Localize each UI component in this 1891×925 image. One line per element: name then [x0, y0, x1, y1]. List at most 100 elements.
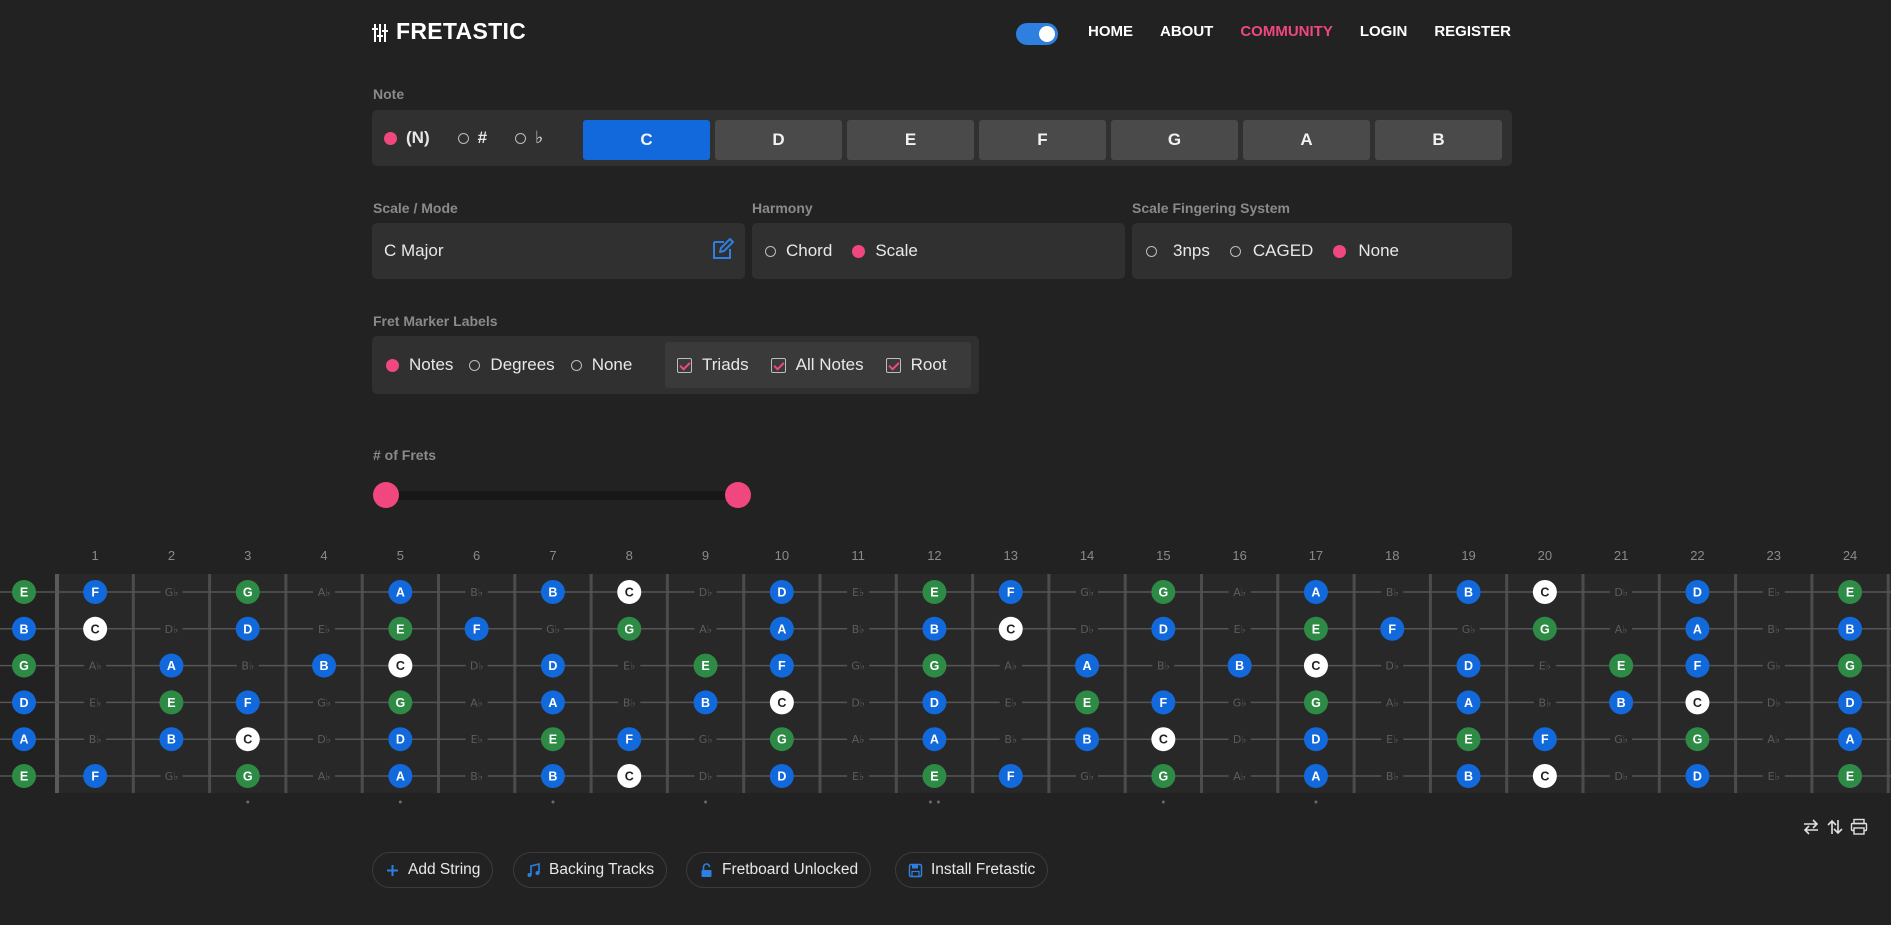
- note-label: A: [396, 770, 405, 784]
- note-section-label: Note: [373, 86, 405, 102]
- note-label: B: [1464, 770, 1473, 784]
- note-button-b[interactable]: B: [1375, 120, 1502, 160]
- radio-natural[interactable]: [384, 131, 397, 145]
- label-notes[interactable]: Notes: [409, 355, 453, 375]
- note-button-c[interactable]: C: [583, 120, 710, 160]
- fret-wire: [1810, 574, 1814, 793]
- nav-register[interactable]: REGISTER: [1434, 23, 1511, 40]
- fret-number: 20: [1538, 548, 1552, 563]
- label-triads[interactable]: Triads: [702, 355, 749, 375]
- accidental-sharp[interactable]: #: [457, 128, 487, 148]
- sliders-icon: [372, 22, 388, 42]
- inlay-dot: [704, 800, 708, 804]
- muted-note-label: A♭: [852, 733, 865, 746]
- note-button-d[interactable]: D: [715, 120, 842, 160]
- edit-icon[interactable]: [711, 237, 735, 261]
- theme-toggle[interactable]: [1016, 23, 1058, 45]
- radio-caged[interactable]: [1229, 245, 1241, 257]
- checkbox-triads[interactable]: [677, 357, 692, 373]
- note-label: B: [930, 622, 939, 636]
- frets-slider-max-thumb[interactable]: [725, 482, 751, 508]
- muted-note-label: B♭: [1538, 696, 1551, 709]
- note-label: E: [20, 770, 28, 784]
- radio-chord[interactable]: [765, 245, 776, 257]
- muted-note-label: E♭: [1539, 660, 1551, 673]
- fret-number: 22: [1690, 548, 1704, 563]
- fret-number: 23: [1767, 548, 1781, 563]
- fret-wire: [284, 574, 288, 793]
- note-label: E: [1312, 622, 1320, 636]
- install-button[interactable]: Install Fretastic: [895, 852, 1049, 888]
- fret-wire: [131, 574, 135, 793]
- scale-select[interactable]: C Major: [372, 223, 745, 279]
- fingering-section-label: Scale Fingering System: [1132, 200, 1290, 216]
- note-label: C: [91, 622, 100, 636]
- note-label: B: [1235, 659, 1244, 673]
- swap-vertical-icon[interactable]: [1826, 818, 1844, 836]
- muted-note-label: D♭: [1385, 660, 1399, 673]
- radio-scale[interactable]: [852, 244, 866, 258]
- radio-degrees[interactable]: [469, 359, 481, 371]
- muted-note-label: G♭: [1080, 770, 1094, 783]
- swap-horizontal-icon[interactable]: [1802, 818, 1820, 836]
- accidental-natural[interactable]: (N): [384, 128, 430, 148]
- fret-number: 24: [1843, 548, 1857, 563]
- muted-note-label: D♭: [1080, 623, 1094, 636]
- radio-none-labels[interactable]: [570, 359, 582, 371]
- label-all-notes[interactable]: All Notes: [796, 355, 864, 375]
- note-button-e[interactable]: E: [847, 120, 974, 160]
- radio-sharp[interactable]: [457, 132, 469, 144]
- scale-value: C Major: [384, 241, 444, 260]
- fret-wire: [589, 574, 593, 793]
- fingering-none-label[interactable]: None: [1358, 241, 1399, 261]
- label-degrees[interactable]: Degrees: [490, 355, 554, 375]
- muted-note-label: G♭: [1080, 586, 1094, 599]
- note-label: F: [91, 770, 99, 784]
- fingering-caged-label[interactable]: CAGED: [1253, 241, 1313, 261]
- fretboard[interactable]: 1 2 3 4 5 6 7 8 9 10 11 12 13 14 15 16 17 18 19 20 21 22 23 24E…: [0, 545, 1891, 810]
- note-label: D: [1693, 586, 1702, 600]
- nav-home[interactable]: HOME: [1088, 23, 1133, 40]
- fretboard-lock-button[interactable]: Fretboard Unlocked: [686, 852, 872, 888]
- fret-number: 3: [244, 548, 251, 563]
- note-label: A: [1311, 770, 1320, 784]
- fingering-3nps-label[interactable]: 3nps: [1173, 241, 1210, 261]
- radio-3nps[interactable]: [1146, 245, 1157, 257]
- label-none[interactable]: None: [592, 355, 633, 375]
- radio-flat[interactable]: [515, 132, 527, 144]
- inlay-dot: [398, 800, 402, 804]
- frets-slider-track[interactable]: [386, 491, 738, 500]
- nav-login[interactable]: LOGIN: [1360, 23, 1408, 40]
- logo[interactable]: FRETASTIC: [372, 18, 526, 45]
- print-icon[interactable]: [1850, 818, 1868, 836]
- muted-note-label: B♭: [470, 586, 483, 599]
- save-icon: [908, 863, 923, 877]
- note-label: C: [777, 696, 786, 710]
- note-button-f[interactable]: F: [979, 120, 1106, 160]
- nav-community[interactable]: COMMUNITY: [1240, 23, 1333, 40]
- radio-none-fingering[interactable]: [1333, 244, 1347, 258]
- backing-tracks-button[interactable]: Backing Tracks: [513, 852, 668, 888]
- note-label: D: [1693, 770, 1702, 784]
- radio-notes[interactable]: [386, 358, 399, 372]
- frets-slider-min-thumb[interactable]: [373, 482, 399, 508]
- note-button-g[interactable]: G: [1111, 120, 1238, 160]
- note-label: E: [20, 586, 28, 600]
- add-string-button[interactable]: Add String: [372, 852, 494, 888]
- harmony-chord-label[interactable]: Chord: [786, 241, 832, 261]
- unlock-icon: [701, 862, 712, 877]
- app-name: FRETASTIC: [396, 18, 527, 44]
- muted-note-label: A♭: [1615, 623, 1628, 636]
- checkbox-all-notes[interactable]: [770, 357, 786, 373]
- checkbox-root[interactable]: [885, 357, 901, 373]
- note-label: E: [1846, 770, 1854, 784]
- muted-note-label: E♭: [471, 733, 483, 746]
- harmony-section-label: Harmony: [752, 200, 813, 216]
- nav-about[interactable]: ABOUT: [1160, 23, 1213, 40]
- label-root[interactable]: Root: [911, 355, 947, 375]
- harmony-scale-label[interactable]: Scale: [875, 241, 918, 261]
- muted-note-label: B♭: [623, 696, 636, 709]
- accidental-flat[interactable]: ♭: [515, 128, 543, 148]
- fret-number: 5: [397, 548, 404, 563]
- note-button-a[interactable]: A: [1243, 120, 1370, 160]
